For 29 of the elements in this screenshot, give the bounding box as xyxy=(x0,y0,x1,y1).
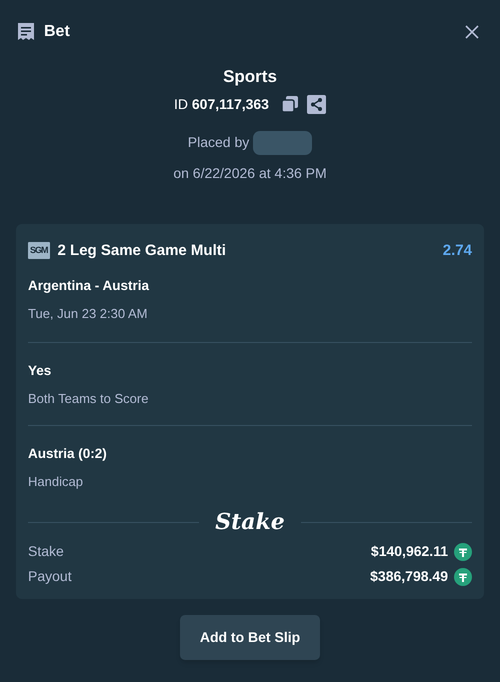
odds: 2.74 xyxy=(442,240,472,260)
stake-logo: Stake xyxy=(215,511,285,534)
copy-icon xyxy=(280,95,299,113)
bet-id: ID 607,117,363 xyxy=(174,94,269,114)
leg-subtitle: Handicap xyxy=(28,472,84,491)
leg-title: Argentina - Austria xyxy=(28,277,150,295)
copy-button[interactable] xyxy=(280,95,299,113)
leg-title: Austria (0:2) xyxy=(28,444,108,463)
leg-subtitle: Both Teams to Score xyxy=(28,390,150,408)
share-button[interactable] xyxy=(306,94,326,114)
total-label: Stake xyxy=(28,542,64,562)
leg-title: Yes xyxy=(28,362,52,380)
total-value: $386,798.49 xyxy=(370,567,448,586)
sgm-badge: SGM xyxy=(28,242,50,260)
share-icon xyxy=(308,96,324,112)
coin-icon xyxy=(454,542,472,561)
category-title: Sports xyxy=(223,66,277,88)
total-value: $140,962.11 xyxy=(370,542,448,562)
placed-date: on 6/22/2026 at 4:36 PM xyxy=(173,164,327,182)
receipt-icon xyxy=(16,22,36,42)
dialog-title: Bet xyxy=(44,22,70,42)
add-to-bet-slip-button[interactable]: Add to Bet Slip xyxy=(180,615,320,660)
coin-icon xyxy=(454,568,472,586)
leg-subtitle: Tue, Jun 23 2:30 AM xyxy=(28,305,148,324)
bet-type: 2 Leg Same Game Multi xyxy=(58,240,226,260)
redacted-username xyxy=(253,130,312,154)
placed-by-label: Placed by xyxy=(188,133,250,152)
total-label: Payout xyxy=(28,567,72,586)
close-icon xyxy=(464,24,480,40)
